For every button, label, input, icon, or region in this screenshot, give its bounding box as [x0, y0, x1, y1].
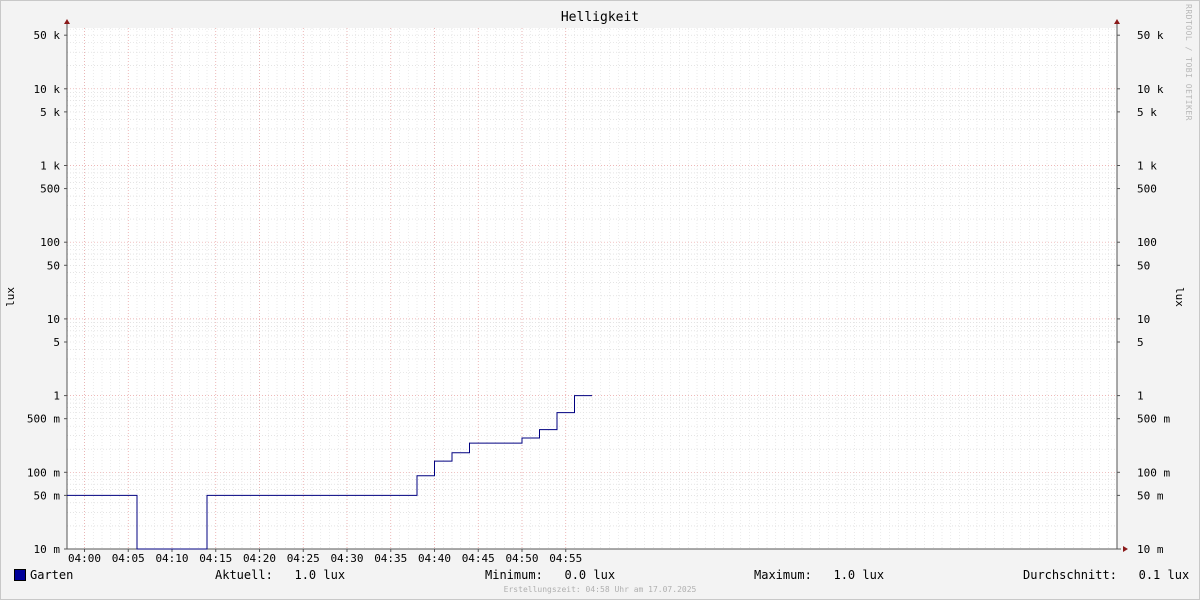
y-tick-label-left: 100 m: [27, 466, 60, 479]
y-tick-label-right: 50 k: [1137, 29, 1164, 42]
legend-series-name: Garten: [30, 568, 74, 582]
y-tick-label-left: 1 k: [40, 160, 60, 173]
y-tick-label-left: 50: [47, 259, 60, 272]
x-tick-label: 04:40: [418, 552, 451, 565]
y-tick-label-right: 500: [1137, 183, 1157, 196]
y-tick-label-left: 100: [40, 236, 60, 249]
x-tick-label: 04:35: [374, 552, 407, 565]
y-tick-label-right: 50: [1137, 259, 1150, 272]
y-tick-label-left: 500: [40, 183, 60, 196]
x-axis-arrow: [1123, 546, 1128, 552]
y-tick-label-left: 10 m: [34, 543, 61, 556]
y-axis-arrow-left: [64, 19, 70, 24]
x-tick-label: 04:15: [199, 552, 232, 565]
x-tick-label: 04:00: [68, 552, 101, 565]
y-tick-label-right: 10 k: [1137, 83, 1164, 96]
x-tick-label: 04:55: [549, 552, 582, 565]
y-tick-label-right: 5: [1137, 336, 1144, 349]
y-tick-label-right: 50 m: [1137, 489, 1164, 502]
x-tick-label: 04:10: [155, 552, 188, 565]
chart-plot: 10 m 10 m 50 m 50 m 100 m 100 m 500 m 500 m 1 1 5 5…: [27, 19, 1170, 565]
legend-minimum: Minimum: 0.0 lux: [485, 568, 616, 582]
y-tick-label-left: 10 k: [34, 83, 61, 96]
x-tick-label: 04:25: [287, 552, 320, 565]
y-tick-label-left: 10: [47, 313, 60, 326]
y-tick-label-left: 50 m: [34, 489, 61, 502]
y-tick-label-right: 10 m: [1137, 543, 1164, 556]
x-tick-label: 04:45: [462, 552, 495, 565]
x-tick-label: 04:50: [505, 552, 538, 565]
x-tick-label: 04:20: [243, 552, 276, 565]
legend-maximum: Maximum: 1.0 lux: [754, 568, 885, 582]
y-tick-label-left: 5 k: [40, 106, 60, 119]
footer-timestamp: Erstellungszeit: 04:58 Uhr am 17.07.2025: [503, 585, 697, 594]
y-tick-label-left: 5: [53, 336, 60, 349]
y-tick-label-right: 1 k: [1137, 160, 1157, 173]
y-axis-arrow-right: [1114, 19, 1120, 24]
y-tick-label-left: 1: [53, 390, 60, 403]
y-tick-label-left: 50 k: [34, 29, 61, 42]
y-tick-label-right: 5 k: [1137, 106, 1157, 119]
x-tick-label: 04:30: [330, 552, 363, 565]
legend-aktuell: Aktuell: 1.0 lux: [215, 568, 346, 582]
y-tick-label-right: 500 m: [1137, 413, 1170, 426]
legend-swatch: [14, 569, 26, 581]
x-tick-label: 04:05: [112, 552, 145, 565]
y-tick-label-right: 10: [1137, 313, 1150, 326]
legend-durchschnitt: Durchschnitt: 0.1 lux: [1023, 568, 1190, 582]
y-tick-label-right: 100 m: [1137, 466, 1170, 479]
y-tick-label-right: 100: [1137, 236, 1157, 249]
y-tick-label-left: 500 m: [27, 413, 60, 426]
y-tick-label-right: 1: [1137, 390, 1144, 403]
